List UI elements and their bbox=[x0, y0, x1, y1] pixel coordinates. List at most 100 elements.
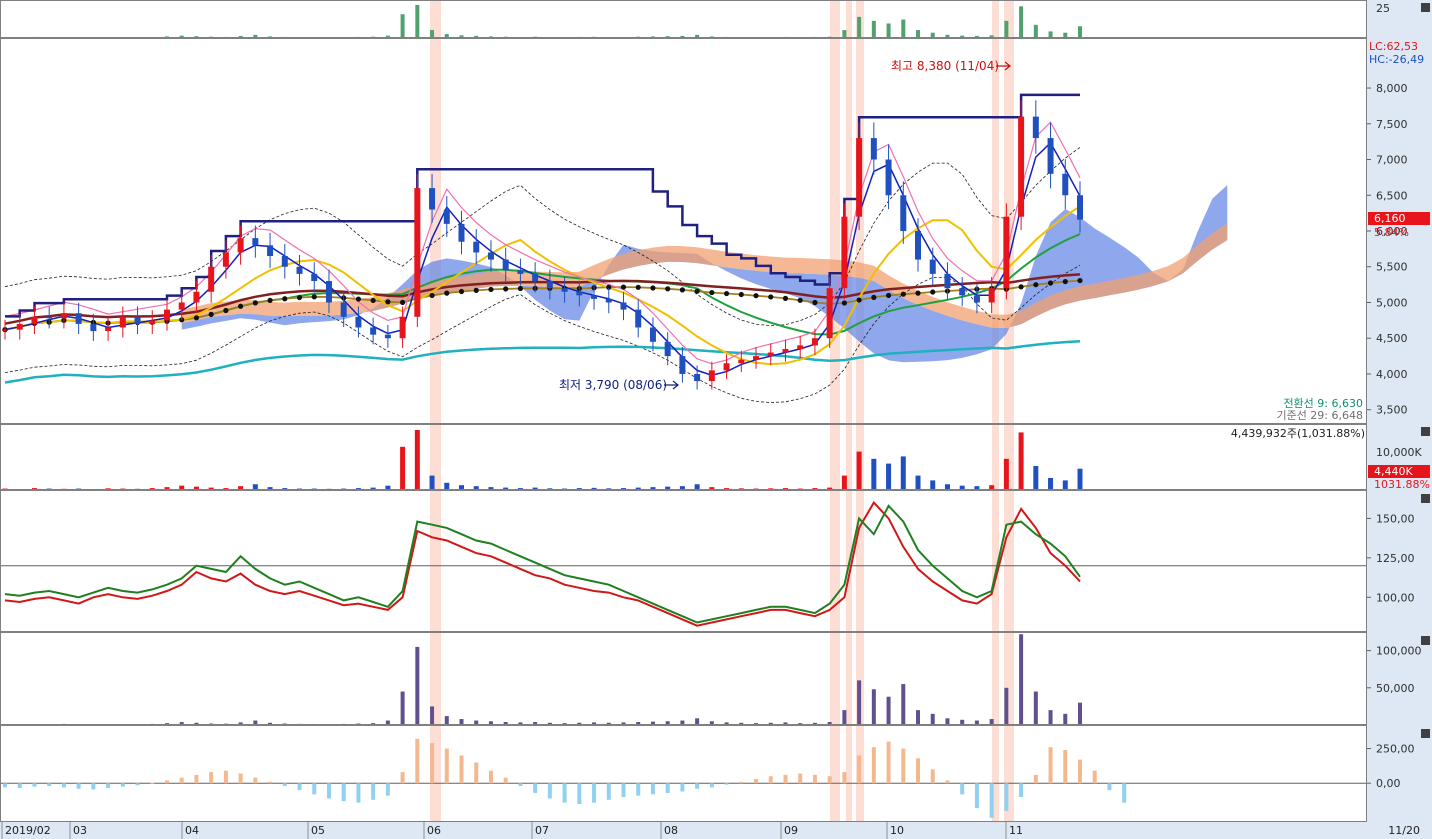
candle[interactable] bbox=[517, 270, 524, 274]
oscillator-bar[interactable] bbox=[312, 783, 317, 795]
indicator-bar[interactable] bbox=[400, 691, 405, 725]
candle[interactable] bbox=[90, 323, 97, 332]
oscillator-bar[interactable] bbox=[754, 779, 759, 784]
indicator-lines-panel[interactable] bbox=[0, 500, 1367, 627]
candle[interactable] bbox=[620, 302, 627, 310]
oscillator-bar[interactable] bbox=[606, 783, 611, 800]
oscillator-bar[interactable] bbox=[400, 772, 405, 784]
oscillator-bar[interactable] bbox=[371, 783, 376, 800]
oscillator-bar[interactable] bbox=[916, 758, 921, 784]
indicator-series-line[interactable] bbox=[4, 504, 1081, 624]
indicator-bar[interactable] bbox=[945, 718, 950, 725]
volume-bar[interactable] bbox=[1062, 480, 1068, 490]
candle[interactable] bbox=[325, 281, 332, 303]
indicator-bar[interactable] bbox=[415, 646, 420, 725]
candle[interactable] bbox=[370, 327, 377, 335]
oscillator-bar[interactable] bbox=[223, 770, 228, 784]
indicator-bar[interactable] bbox=[695, 718, 700, 725]
candle[interactable] bbox=[973, 295, 980, 303]
candle[interactable] bbox=[841, 216, 848, 289]
oscillator-bar[interactable] bbox=[842, 772, 847, 784]
oscillator-bar[interactable] bbox=[1092, 770, 1097, 784]
volume-bar[interactable] bbox=[429, 475, 435, 490]
candle[interactable] bbox=[738, 359, 745, 364]
candle[interactable] bbox=[532, 273, 539, 282]
oscillator-bar[interactable] bbox=[857, 755, 862, 784]
candle[interactable] bbox=[635, 309, 642, 328]
candle[interactable] bbox=[119, 316, 126, 328]
candle[interactable] bbox=[767, 352, 774, 357]
candle[interactable] bbox=[134, 316, 141, 324]
indicator-bar[interactable] bbox=[871, 689, 876, 725]
volume-close-icon[interactable] bbox=[1421, 427, 1430, 436]
candle[interactable] bbox=[929, 259, 936, 274]
oscillator-bar[interactable] bbox=[356, 783, 361, 803]
volume-bar[interactable] bbox=[444, 482, 450, 490]
oscillator-bar[interactable] bbox=[768, 776, 773, 784]
candle[interactable] bbox=[782, 348, 789, 353]
candle[interactable] bbox=[694, 373, 701, 382]
candle[interactable] bbox=[649, 327, 656, 342]
indicator-bars-panel[interactable] bbox=[3, 634, 1082, 726]
candle[interactable] bbox=[1003, 216, 1010, 289]
oscillator-bar[interactable] bbox=[47, 783, 52, 786]
candle[interactable] bbox=[46, 316, 53, 319]
oscillator-bar[interactable] bbox=[459, 755, 464, 784]
candle[interactable] bbox=[311, 273, 318, 282]
candle[interactable] bbox=[473, 241, 480, 253]
oscillator-bar[interactable] bbox=[945, 780, 950, 784]
oscillator-bar[interactable] bbox=[76, 783, 81, 789]
chart-canvas[interactable]: 3,5004,0004,5005,0005,5006,0006,5007,000… bbox=[0, 0, 1432, 839]
indicator-bar[interactable] bbox=[901, 684, 906, 725]
oscillator-bar[interactable] bbox=[444, 748, 449, 784]
candle[interactable] bbox=[885, 159, 892, 196]
indicator-bar[interactable] bbox=[430, 706, 435, 725]
oscillator-bar[interactable] bbox=[739, 781, 744, 784]
oscillator-bar[interactable] bbox=[341, 783, 346, 802]
volume-bar[interactable] bbox=[841, 475, 847, 490]
oscillator-bar[interactable] bbox=[650, 783, 655, 795]
volume-bar[interactable] bbox=[886, 463, 892, 490]
volume-bar[interactable] bbox=[915, 475, 921, 490]
oscillator-bar[interactable] bbox=[1107, 783, 1112, 791]
oscillator-bar[interactable] bbox=[238, 773, 243, 784]
indicator-bar[interactable] bbox=[886, 696, 891, 725]
oscillator-bar[interactable] bbox=[209, 772, 214, 784]
candle[interactable] bbox=[267, 245, 274, 257]
oscillator-bar[interactable] bbox=[695, 783, 700, 789]
oscillator-bar[interactable] bbox=[577, 783, 582, 804]
oscillator-bar[interactable] bbox=[32, 783, 37, 787]
oscillator-bar[interactable] bbox=[724, 783, 729, 785]
candle[interactable] bbox=[222, 252, 229, 267]
candle[interactable] bbox=[944, 273, 951, 289]
candle[interactable] bbox=[576, 291, 583, 296]
indicator-bar[interactable] bbox=[1004, 687, 1009, 725]
oscillator-bar[interactable] bbox=[253, 777, 258, 784]
volume-bar[interactable] bbox=[930, 480, 936, 490]
candle[interactable] bbox=[900, 195, 907, 231]
oscillator-bar[interactable] bbox=[1033, 774, 1038, 784]
volume-bar[interactable] bbox=[871, 458, 877, 490]
candle[interactable] bbox=[811, 338, 818, 346]
candle[interactable] bbox=[75, 313, 82, 324]
oscillator-bar[interactable] bbox=[680, 783, 685, 792]
volume-bar[interactable] bbox=[1003, 458, 1009, 490]
candle[interactable] bbox=[193, 291, 200, 303]
candle[interactable] bbox=[664, 341, 671, 357]
candle[interactable] bbox=[296, 266, 303, 274]
oscillator-bar[interactable] bbox=[886, 741, 891, 784]
oscillator-bar[interactable] bbox=[415, 738, 420, 784]
oscillator-bar[interactable] bbox=[1122, 783, 1127, 803]
oscillator-bar[interactable] bbox=[783, 774, 788, 784]
oscillator-bar[interactable] bbox=[812, 774, 817, 784]
candle[interactable] bbox=[605, 298, 612, 303]
candle[interactable] bbox=[340, 302, 347, 317]
indicator-bar[interactable] bbox=[930, 713, 935, 725]
oscillator-bar[interactable] bbox=[827, 776, 832, 784]
candle[interactable] bbox=[252, 238, 259, 246]
oscillator-bar[interactable] bbox=[135, 783, 140, 786]
candle[interactable] bbox=[149, 320, 156, 324]
candle[interactable] bbox=[105, 327, 112, 332]
candle[interactable] bbox=[797, 345, 804, 349]
oscillator-bar[interactable] bbox=[960, 783, 965, 795]
